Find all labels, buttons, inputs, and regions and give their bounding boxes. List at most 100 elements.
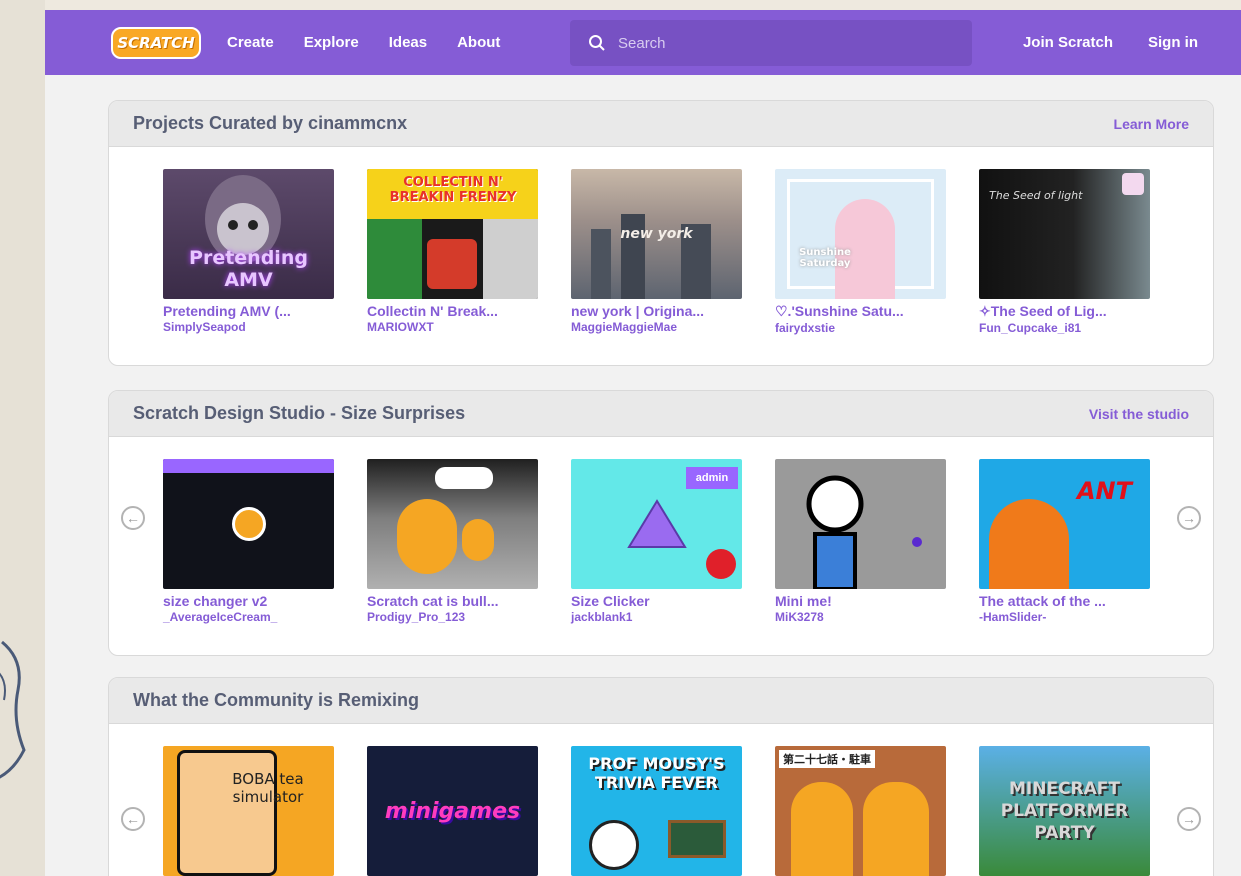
carousel-prev-icon[interactable]: ← <box>121 807 145 831</box>
scratch-logo[interactable]: SCRATCH <box>111 26 201 59</box>
project-thumbnail[interactable]: minigames <box>367 746 538 876</box>
stick-figure-icon <box>806 475 864 589</box>
chalkboard-icon <box>668 820 726 858</box>
project-title[interactable]: size changer v2 <box>163 593 334 609</box>
project-card[interactable]: Scratch cat is bull... Prodigy_Pro_123 <box>367 459 538 624</box>
project-thumbnail[interactable]: MINECRAFT PLATFORMER PARTY <box>979 746 1150 876</box>
project-author[interactable]: -HamSlider- <box>979 610 1150 624</box>
project-title[interactable]: Size Clicker <box>571 593 742 609</box>
navbar: SCRATCH Create Explore Ideas About Searc… <box>45 10 1241 75</box>
thumbnail-caption: COLLECTIN N' BREAKIN FRENZY <box>389 175 517 205</box>
project-row: BOBA tea simulator minigames PROF MOUSY'… <box>163 746 1183 876</box>
project-card[interactable]: BOBA tea simulator <box>163 746 334 876</box>
project-title[interactable]: Scratch cat is bull... <box>367 593 538 609</box>
project-author[interactable]: MaggieMaggieMae <box>571 320 742 334</box>
project-card[interactable]: Sunshine Saturday ♡.'Sunshine Satu... fa… <box>775 169 946 335</box>
thumbnail-bar <box>163 459 334 473</box>
project-author[interactable]: Fun_Cupcake_i81 <box>979 321 1150 335</box>
project-card[interactable]: MINECRAFT PLATFORMER PARTY <box>979 746 1150 876</box>
scratch-cat-icon <box>231 507 266 541</box>
search-icon <box>589 35 605 51</box>
project-card[interactable]: size changer v2 _AverageIceCream_ <box>163 459 334 624</box>
thumbnail-caption: 第二十七話・駐車 <box>779 750 875 768</box>
admin-badge: admin <box>686 467 738 489</box>
project-card[interactable]: 第二十七話・駐車 <box>775 746 946 876</box>
thumbnail-panel <box>483 219 538 299</box>
section-title: Scratch Design Studio - Size Surprises <box>133 403 466 423</box>
search-placeholder: Search <box>618 34 666 52</box>
project-card[interactable]: admin Size Clicker jackblank1 <box>571 459 742 624</box>
nav-create[interactable]: Create <box>227 34 274 51</box>
project-card[interactable]: PROF MOUSY'S TRIVIA FEVER <box>571 746 742 876</box>
project-author[interactable]: MARIOWXT <box>367 320 538 334</box>
project-author[interactable]: jackblank1 <box>571 610 742 624</box>
project-author[interactable]: SimplySeapod <box>163 320 334 334</box>
project-title[interactable]: Pretending AMV (... <box>163 303 334 319</box>
project-title[interactable]: Collectin N' Break... <box>367 303 538 319</box>
project-thumbnail[interactable] <box>367 459 538 589</box>
project-thumbnail[interactable]: COLLECTIN N' BREAKIN FRENZY <box>367 169 538 299</box>
project-title[interactable]: The attack of the ... <box>979 593 1150 609</box>
building-shape <box>591 229 611 299</box>
cup-icon <box>177 750 277 876</box>
section-design-studio: Scratch Design Studio - Size Surprises V… <box>108 390 1214 656</box>
potion-icon <box>912 537 922 547</box>
project-author[interactable]: fairydxstie <box>775 321 946 335</box>
project-thumbnail[interactable]: The Seed of light <box>979 169 1150 299</box>
project-thumbnail[interactable]: Sunshine Saturday <box>775 169 946 299</box>
section-curated: Projects Curated by cinammcnx Learn More… <box>108 100 1214 366</box>
thumbnail-caption: Pretending AMV <box>189 247 308 291</box>
project-card[interactable]: COLLECTIN N' BREAKIN FRENZY Collectin N'… <box>367 169 538 335</box>
thumbnail-caption: ANT <box>1076 477 1132 505</box>
nav-about[interactable]: About <box>457 34 500 51</box>
nav-explore[interactable]: Explore <box>304 34 359 51</box>
thumbnail-panel <box>367 219 422 299</box>
project-thumbnail[interactable] <box>775 459 946 589</box>
join-scratch-link[interactable]: Join Scratch <box>1023 34 1113 51</box>
section-title: What the Community is Remixing <box>133 690 420 710</box>
project-author[interactable]: MiK3278 <box>775 610 946 624</box>
cupcake-icon <box>1122 173 1144 195</box>
project-title[interactable]: ♡.'Sunshine Satu... <box>775 303 946 320</box>
project-card[interactable]: Pretending AMV Pretending AMV (... Simpl… <box>163 169 334 335</box>
project-card[interactable]: minigames <box>367 746 538 876</box>
project-author[interactable]: Prodigy_Pro_123 <box>367 610 538 624</box>
scratch-cat-small-icon <box>462 519 494 561</box>
learn-more-link[interactable]: Learn More <box>1114 116 1189 132</box>
speech-bubble <box>435 467 493 489</box>
project-title[interactable]: new york | Origina... <box>571 303 742 319</box>
scratch-cat-icon <box>791 782 853 876</box>
project-thumbnail[interactable]: ANT <box>979 459 1150 589</box>
project-thumbnail[interactable]: admin <box>571 459 742 589</box>
nav-account: Join Scratch Sign in <box>988 10 1198 75</box>
section-header: Projects Curated by cinammcnx Learn More <box>109 101 1213 147</box>
project-thumbnail[interactable]: Pretending AMV <box>163 169 334 299</box>
project-card[interactable]: The Seed of light ✧The Seed of Lig... Fu… <box>979 169 1150 335</box>
project-thumbnail[interactable]: BOBA tea simulator <box>163 746 334 876</box>
project-thumbnail[interactable]: PROF MOUSY'S TRIVIA FEVER <box>571 746 742 876</box>
project-card[interactable]: Mini me! MiK3278 <box>775 459 946 624</box>
search-input[interactable]: Search <box>570 20 972 66</box>
sign-in-link[interactable]: Sign in <box>1148 34 1198 51</box>
project-author[interactable]: _AverageIceCream_ <box>163 610 334 624</box>
scratch-cat-icon <box>397 499 457 574</box>
project-row: size changer v2 _AverageIceCream_ Scratc… <box>163 459 1183 624</box>
project-title[interactable]: ✧The Seed of Lig... <box>979 303 1150 320</box>
section-header: What the Community is Remixing <box>109 678 1213 724</box>
project-thumbnail[interactable] <box>163 459 334 589</box>
visit-studio-link[interactable]: Visit the studio <box>1089 406 1189 422</box>
thumbnail-caption: minigames <box>384 798 521 824</box>
browser-window: SCRATCH Create Explore Ideas About Searc… <box>45 10 1241 876</box>
project-thumbnail[interactable]: new york <box>571 169 742 299</box>
fox-cat-icon <box>989 499 1069 589</box>
thumbnail-caption: Sunshine Saturday <box>799 247 851 269</box>
project-title[interactable]: Mini me! <box>775 593 946 609</box>
triangle-icon <box>626 499 687 548</box>
carousel-prev-icon[interactable]: ← <box>121 506 145 530</box>
thumbnail-caption: PROF MOUSY'S TRIVIA FEVER <box>588 754 725 792</box>
nav-ideas[interactable]: Ideas <box>389 34 427 51</box>
project-thumbnail[interactable]: 第二十七話・駐車 <box>775 746 946 876</box>
shop-button-icon <box>706 549 736 579</box>
project-card[interactable]: new york new york | Origina... MaggieMag… <box>571 169 742 335</box>
project-card[interactable]: ANT The attack of the ... -HamSlider- <box>979 459 1150 624</box>
